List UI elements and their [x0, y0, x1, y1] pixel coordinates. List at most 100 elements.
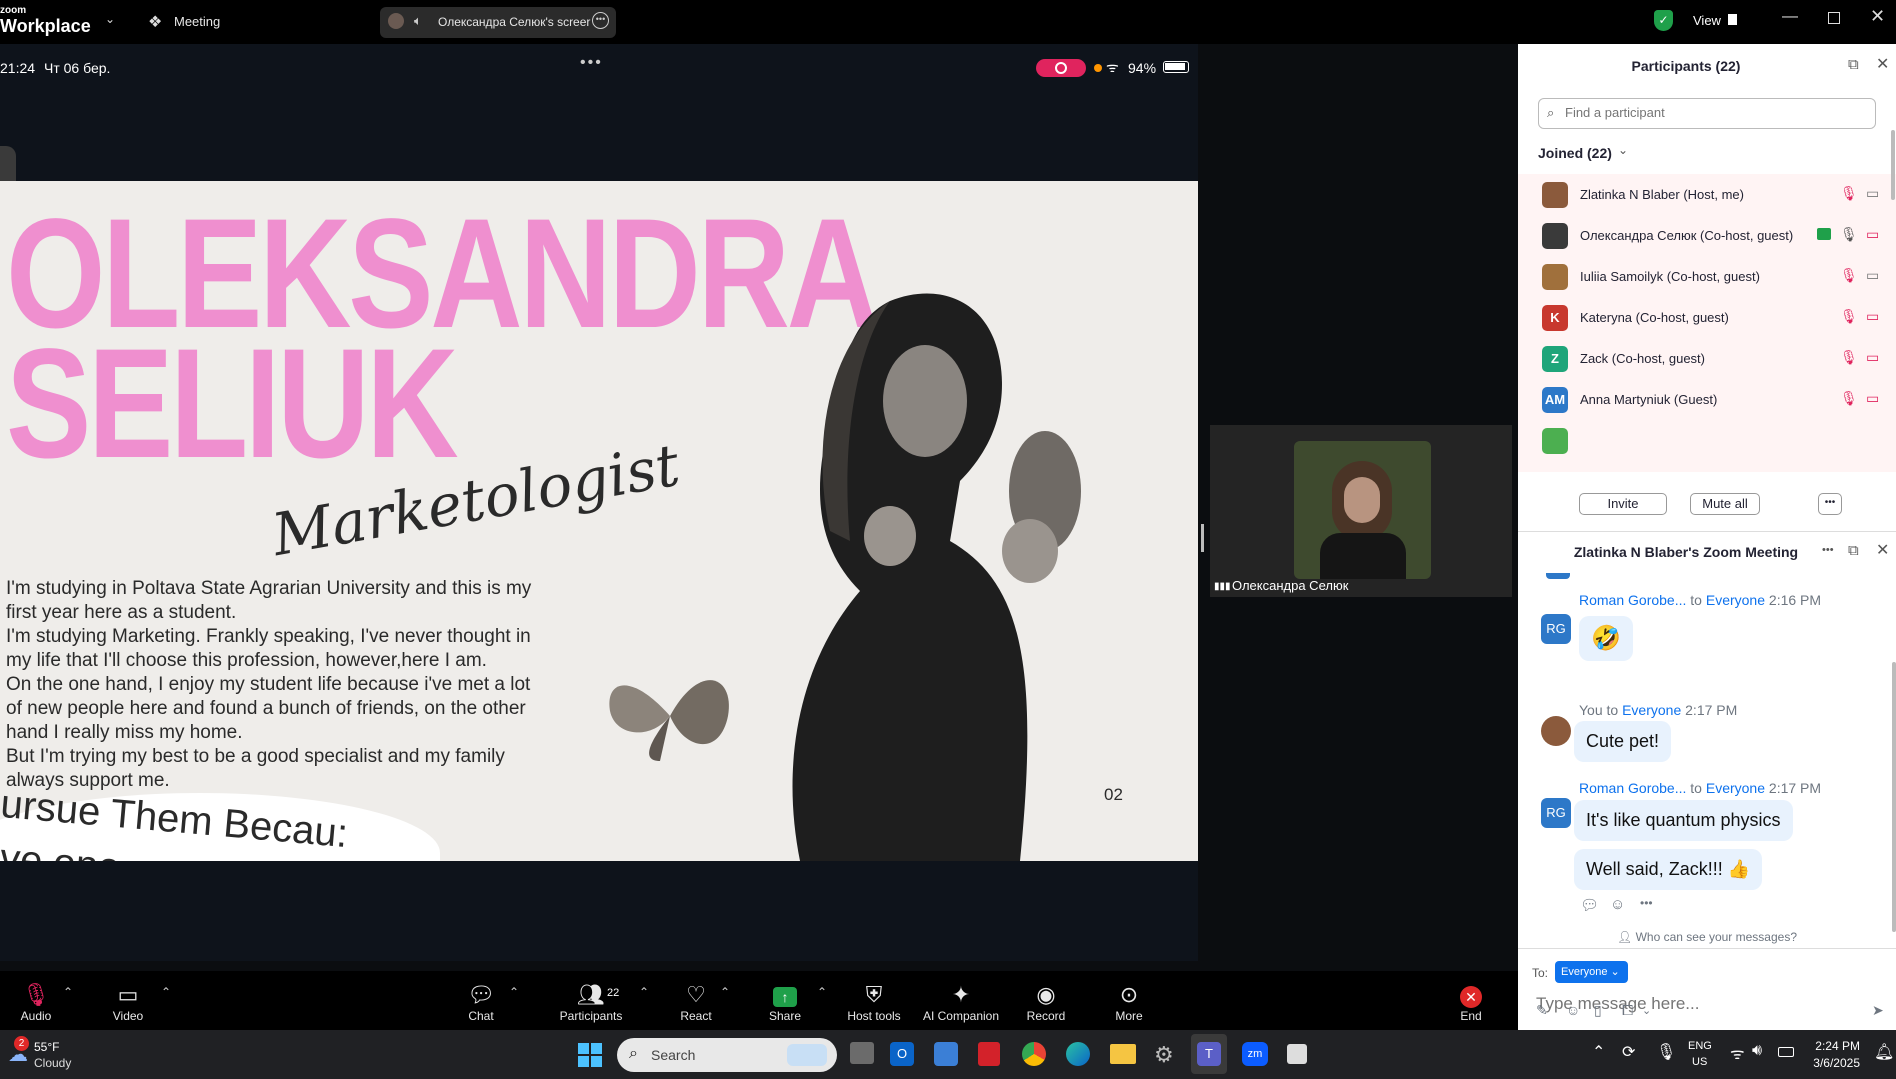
- end-button[interactable]: ✕ End: [1431, 981, 1511, 1023]
- joined-chevron-icon[interactable]: ⌄: [1618, 143, 1628, 157]
- battery-tray-icon[interactable]: [1778, 1047, 1794, 1057]
- emoji-react-icon[interactable]: ☺: [1610, 896, 1625, 913]
- participants-more-button[interactable]: •••: [1818, 493, 1842, 515]
- camera-icon[interactable]: ▭: [1866, 267, 1879, 284]
- format-icon[interactable]: ✎: [1536, 1002, 1548, 1019]
- screenshot-icon[interactable]: ⧠: [1622, 1002, 1633, 1019]
- windows-start-icon[interactable]: [578, 1043, 602, 1067]
- message-bubble[interactable]: Cute pet!: [1574, 721, 1672, 762]
- splitter-handle[interactable]: [1201, 524, 1204, 552]
- record-button[interactable]: ◉ Record: [1006, 981, 1086, 1023]
- mic-muted-icon[interactable]: 🎙︎: [1840, 308, 1858, 325]
- view-icon[interactable]: [1728, 14, 1737, 25]
- settings-icon[interactable]: ⚙: [1154, 1042, 1174, 1068]
- mic-muted-icon[interactable]: 🎙︎: [1840, 185, 1858, 202]
- edge-icon[interactable]: [1066, 1042, 1090, 1066]
- camera-off-icon[interactable]: ▭: [1866, 349, 1879, 366]
- acrobat-icon[interactable]: [978, 1042, 1000, 1066]
- taskbar-date[interactable]: 3/6/2025: [1800, 1056, 1860, 1070]
- brand-line2[interactable]: Workplace: [0, 16, 91, 37]
- video-tile[interactable]: ▮▮▮ Олександра Селюк: [1210, 425, 1512, 597]
- participant-row[interactable]: Z Zack (Co-host, guest) 🎙︎ ▭: [1518, 338, 1896, 379]
- taskbar-search[interactable]: ⌕ Search: [617, 1038, 837, 1072]
- share-button[interactable]: ↑ Share: [745, 981, 825, 1023]
- invite-button[interactable]: Invite: [1579, 493, 1667, 515]
- react-options-icon[interactable]: ⌃: [720, 985, 730, 999]
- mic-muted-icon[interactable]: 🎙︎: [1840, 267, 1858, 284]
- file-icon[interactable]: ▯: [1594, 1002, 1602, 1019]
- participant-search-input[interactable]: [1565, 105, 1865, 120]
- audio-options-icon[interactable]: ⌃: [63, 985, 73, 999]
- message-bubble[interactable]: 🤣: [1579, 616, 1633, 661]
- video-button[interactable]: ▭ Video: [88, 981, 168, 1023]
- weather-desc[interactable]: Cloudy: [34, 1056, 71, 1070]
- volume-icon[interactable]: 🔊︎: [1752, 1042, 1762, 1060]
- mic-muted-icon[interactable]: 🎙︎: [1840, 349, 1858, 366]
- close-chat-icon[interactable]: ✕: [1876, 540, 1889, 560]
- zoom-icon[interactable]: zm: [1242, 1042, 1268, 1066]
- wifi-tray-icon[interactable]: ᯤ: [1730, 1042, 1745, 1064]
- view-label[interactable]: View: [1693, 13, 1721, 28]
- meeting-label[interactable]: Meeting: [174, 14, 220, 29]
- message-bubble[interactable]: It's like quantum physics: [1574, 800, 1793, 841]
- emoji-icon[interactable]: ☺: [1566, 1002, 1580, 1018]
- participant-scrollbar[interactable]: [1891, 130, 1895, 200]
- mic-icon[interactable]: 🎙︎: [1840, 226, 1858, 243]
- chat-message-input[interactable]: [1536, 994, 1876, 1014]
- participant-row[interactable]: Олександра Селюк (Co-host, guest) 🎙︎ ▭: [1518, 215, 1896, 256]
- camera-icon[interactable]: ▭: [1866, 185, 1879, 202]
- taskbar-time[interactable]: 2:24 PM: [1800, 1039, 1860, 1053]
- share-title-pill[interactable]: 🔈︎ Олександра Селюк's screer •••: [380, 7, 616, 38]
- participant-row[interactable]: Iuliia Samoilyk (Co-host, guest) 🎙︎ ▭: [1518, 256, 1896, 297]
- mute-all-button[interactable]: Mute all: [1690, 493, 1760, 515]
- chrome-icon[interactable]: [1022, 1042, 1046, 1066]
- minimize-icon[interactable]: —: [1782, 8, 1798, 26]
- chat-options-icon[interactable]: ⌃: [509, 985, 519, 999]
- chat-scrollbar[interactable]: [1892, 662, 1896, 932]
- share-options-icon[interactable]: •••: [592, 12, 609, 29]
- participant-row[interactable]: AM Anna Martyniuk (Guest) 🎙︎ ▭: [1518, 379, 1896, 420]
- popout-icon[interactable]: ⧉: [1848, 56, 1859, 73]
- send-icon[interactable]: ➤: [1872, 1002, 1884, 1019]
- reply-icon[interactable]: 💬︎: [1580, 896, 1599, 914]
- more-button[interactable]: ⊙ More: [1089, 981, 1169, 1023]
- file-explorer-icon[interactable]: [1110, 1044, 1136, 1064]
- participants-options-icon[interactable]: ⌃: [639, 985, 649, 999]
- lang-secondary[interactable]: US: [1692, 1056, 1707, 1068]
- weather-temp[interactable]: 55°F: [34, 1040, 59, 1054]
- close-window-icon[interactable]: ✕: [1870, 6, 1885, 27]
- store-icon[interactable]: [934, 1042, 958, 1066]
- joined-label[interactable]: Joined (22): [1538, 145, 1612, 161]
- microphone-tray-icon[interactable]: 🎙︎: [1656, 1042, 1676, 1062]
- chat-popout-icon[interactable]: ⧉: [1848, 542, 1859, 559]
- notifications-icon[interactable]: 🔔︎: [1874, 1042, 1894, 1062]
- mic-muted-icon[interactable]: 🎙︎: [1840, 390, 1858, 407]
- teams-active-tile[interactable]: T: [1191, 1034, 1227, 1074]
- brand-dropdown-icon[interactable]: ⌄: [105, 12, 115, 26]
- who-can-see-link[interactable]: 👤︎ Who can see your messages?: [1518, 930, 1896, 944]
- share-options-icon[interactable]: ⌃: [817, 985, 827, 999]
- restore-icon[interactable]: [1828, 12, 1840, 24]
- host-tools-button[interactable]: ⛨ Host tools: [834, 981, 914, 1023]
- task-view-icon[interactable]: [850, 1042, 874, 1064]
- camera-off-icon[interactable]: ▭: [1866, 390, 1879, 407]
- recipient-select[interactable]: Everyone ⌄: [1555, 961, 1628, 983]
- app-icon[interactable]: [1287, 1044, 1307, 1064]
- participant-row[interactable]: [1518, 420, 1896, 461]
- chat-more-icon[interactable]: •••: [1822, 544, 1834, 556]
- lang-primary[interactable]: ENG: [1688, 1040, 1712, 1052]
- camera-off-icon[interactable]: ▭: [1866, 308, 1879, 325]
- ai-companion-button[interactable]: ✦ AI Companion: [920, 981, 1002, 1023]
- shield-check-icon[interactable]: ✓: [1654, 10, 1673, 31]
- participant-row[interactable]: K Kateryna (Co-host, guest) 🎙︎ ▭: [1518, 297, 1896, 338]
- camera-off-icon[interactable]: ▭: [1866, 226, 1879, 243]
- message-bubble[interactable]: Well said, Zack!!! 👍: [1574, 849, 1763, 890]
- screenshot-chevron-icon[interactable]: ⌄: [1642, 1004, 1651, 1017]
- tray-overflow-icon[interactable]: ⌃: [1592, 1042, 1605, 1062]
- participant-search[interactable]: ⌕: [1538, 98, 1876, 129]
- video-options-icon[interactable]: ⌃: [161, 985, 171, 999]
- outlook-icon[interactable]: O: [890, 1042, 914, 1066]
- message-more-icon[interactable]: •••: [1640, 896, 1653, 910]
- sync-icon[interactable]: ⟳: [1622, 1042, 1635, 1062]
- participant-row[interactable]: Zlatinka N Blaber (Host, me) 🎙︎ ▭: [1518, 174, 1896, 215]
